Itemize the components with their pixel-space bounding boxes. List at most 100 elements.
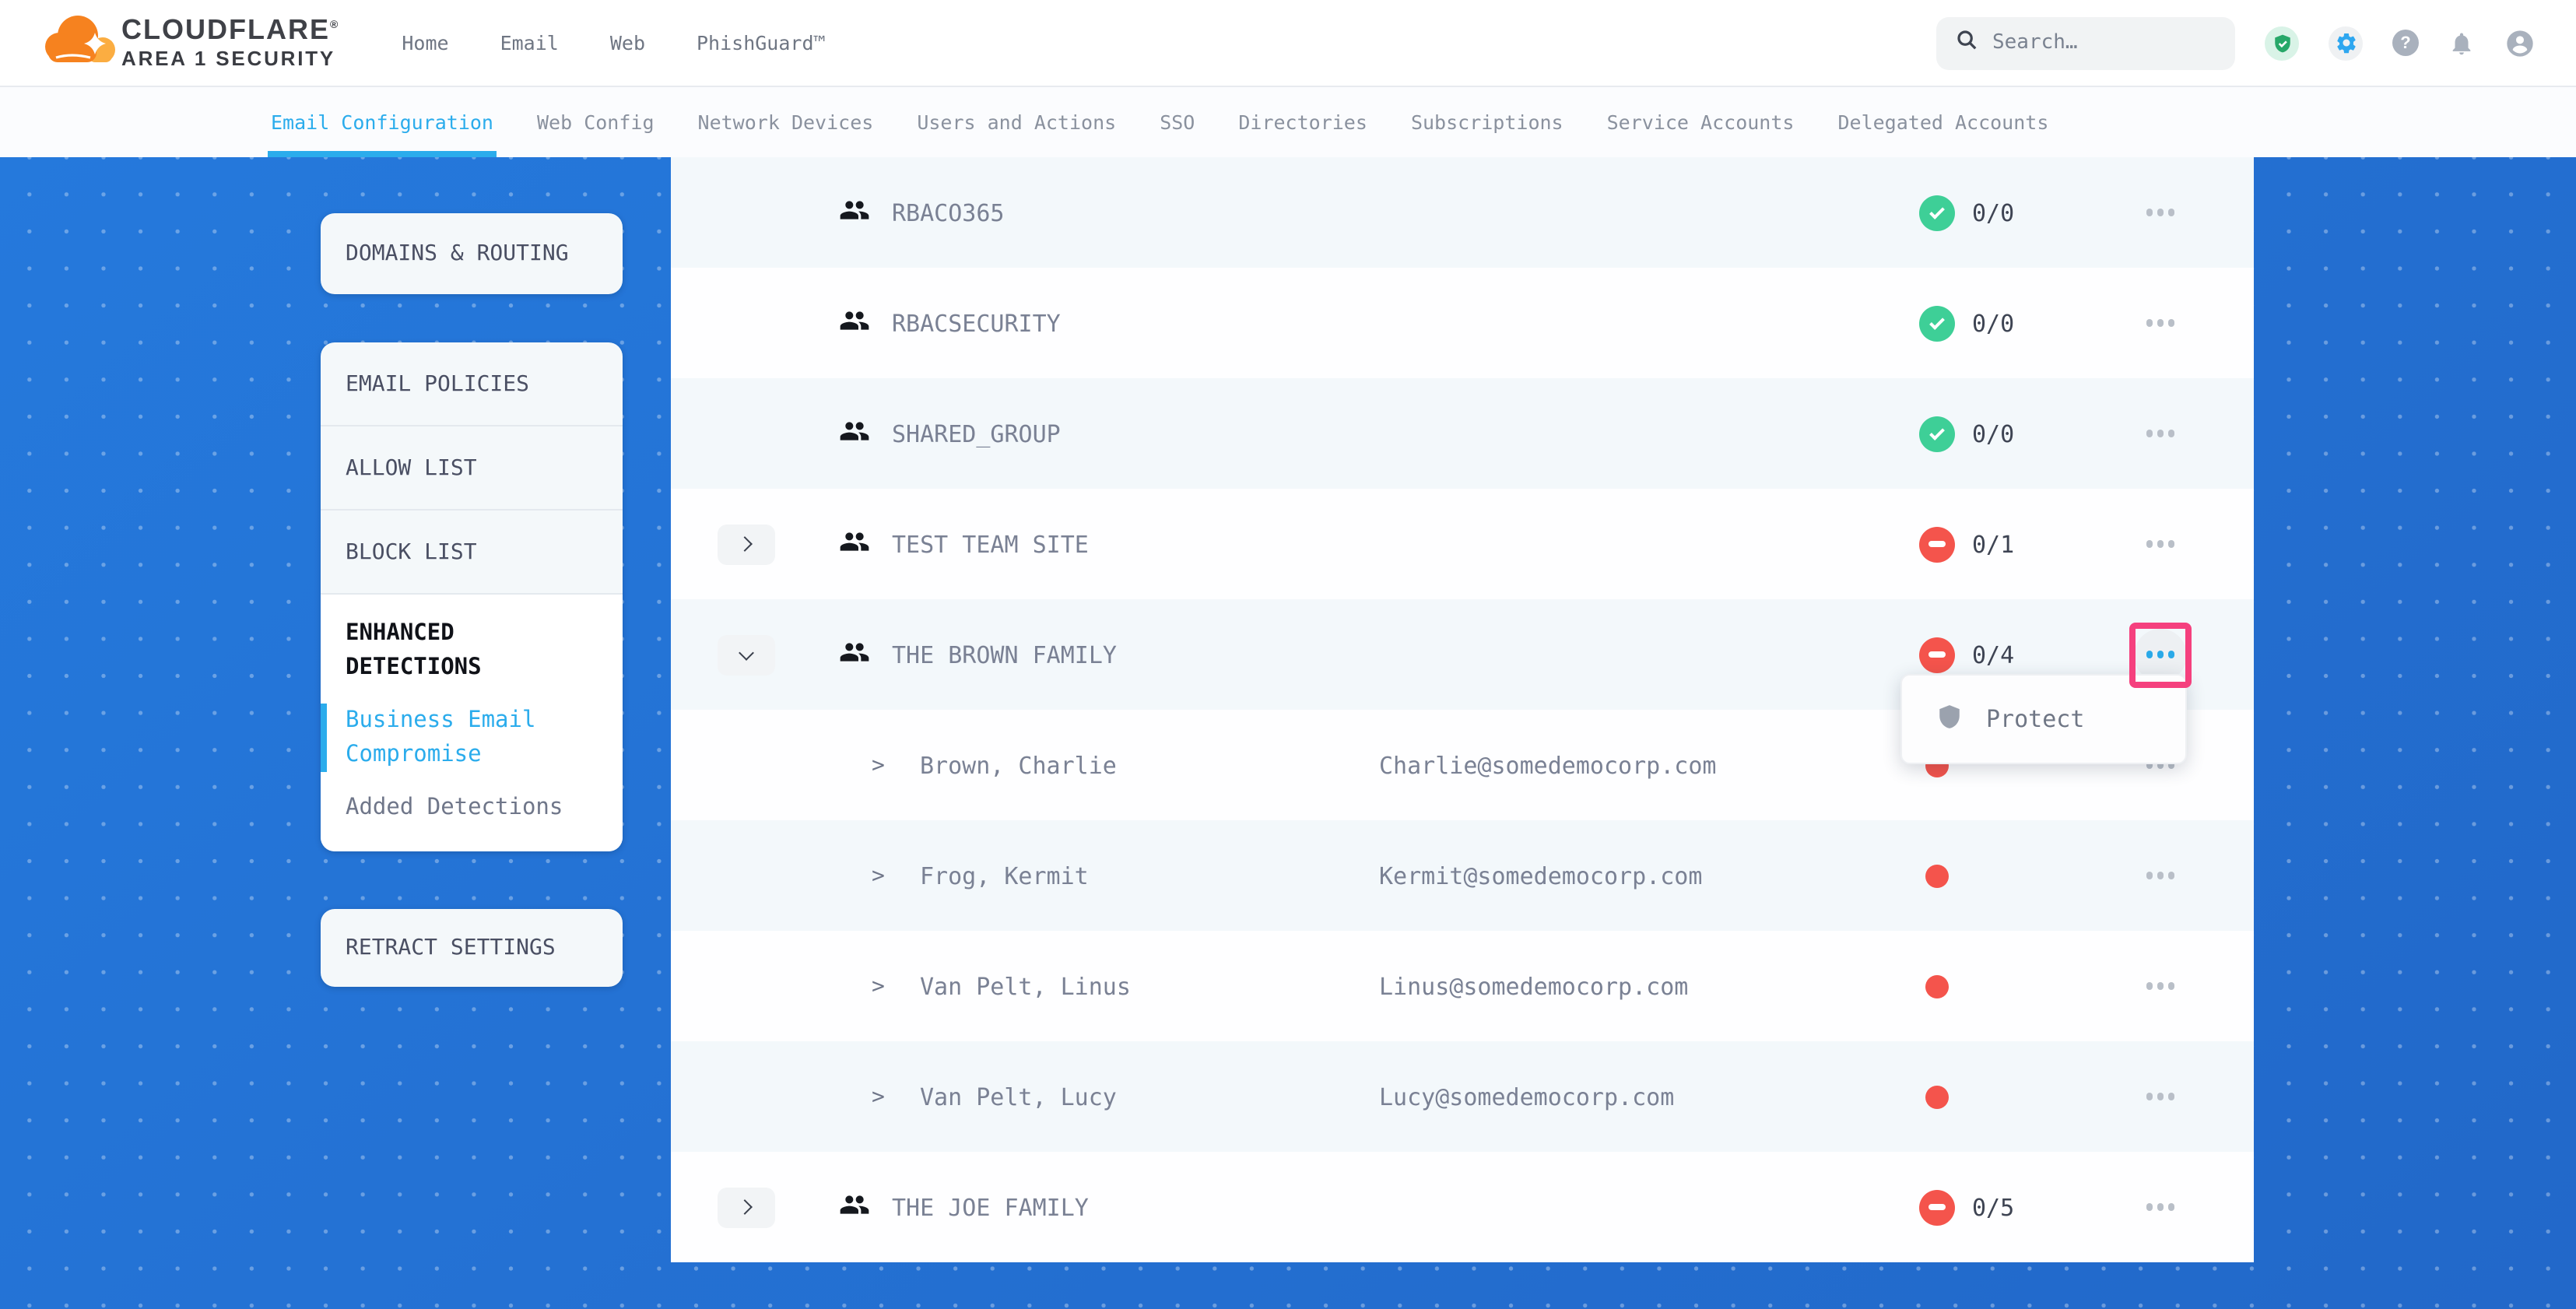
tab-subscriptions[interactable]: Subscriptions (1411, 87, 1563, 157)
group-icon (839, 525, 870, 563)
child-marker: > (872, 1084, 885, 1109)
tab-delegated-accounts[interactable]: Delegated Accounts (1837, 87, 2048, 157)
member-email: Charlie@somedemocorp.com (1379, 751, 1717, 779)
row-menu-button[interactable] (2134, 1181, 2187, 1234)
sidebar-item-email-policies[interactable]: EMAIL POLICIES (321, 342, 623, 426)
table-row[interactable]: RBACSECURITY 0/0 (671, 268, 2254, 378)
row-menu-button[interactable] (2134, 849, 2187, 902)
group-icon (839, 636, 870, 673)
member-count: 0/4 (1972, 640, 2014, 669)
sidebar-item-business-email-compromise[interactable]: Business Email Compromise (321, 704, 598, 772)
collapse-button[interactable] (718, 634, 775, 675)
row-menu-button[interactable] (2134, 297, 2187, 349)
search-input[interactable] (1992, 31, 2210, 54)
member-count: 0/5 (1972, 1193, 2014, 1221)
settings-gear-icon[interactable] (2329, 26, 2363, 60)
enhanced-detections-title: ENHANCED DETECTIONS (346, 616, 598, 685)
member-count: 0/0 (1972, 309, 2014, 337)
alert-dot (1925, 974, 1949, 998)
expand-button[interactable] (718, 1187, 775, 1227)
sidebar-item-allow-list[interactable]: ALLOW LIST (321, 426, 623, 511)
table-row[interactable]: TEST TEAM SITE 0/1 (671, 489, 2254, 599)
group-name: RBACSECURITY (892, 309, 1061, 337)
search-box[interactable] (1936, 16, 2235, 69)
sidebar-item-block-list[interactable]: BLOCK LIST (321, 511, 623, 595)
tab-service-accounts[interactable]: Service Accounts (1607, 87, 1795, 157)
group-name: THE JOE FAMILY (892, 1193, 1089, 1221)
shield-check-icon[interactable] (2265, 26, 2299, 60)
group-icon (839, 415, 870, 452)
nav-item-web[interactable]: Web (610, 31, 645, 54)
member-name: Frog, Kermit (920, 862, 1089, 890)
table-row[interactable]: > Frog, Kermit Kermit@somedemocorp.com (671, 820, 2254, 931)
table-row[interactable]: RBACO365 0/0 (671, 157, 2254, 268)
tab-email-configuration[interactable]: Email Configuration (271, 87, 493, 157)
context-menu-item-label: Protect (1986, 705, 2084, 733)
group-icon (839, 194, 870, 231)
cloudflare-logo[interactable]: CLOUDFLARE® AREA 1 SECURITY (44, 9, 339, 77)
app-window: CLOUDFLARE® AREA 1 SECURITY Home Email W… (0, 0, 2576, 1309)
tab-sso[interactable]: SSO (1160, 87, 1195, 157)
row-menu-button[interactable] (2134, 1070, 2187, 1123)
content-area: DOMAINS & ROUTING EMAIL POLICIES ALLOW L… (0, 157, 2576, 1309)
group-icon (839, 1188, 870, 1226)
bell-icon[interactable] (2448, 29, 2475, 57)
status-badge (1919, 416, 1955, 451)
member-name: Van Pelt, Linus (920, 972, 1131, 1000)
sidebar-item-retract-settings[interactable]: RETRACT SETTINGS (321, 909, 623, 987)
logo-product: AREA 1 SECURITY (121, 48, 339, 69)
sidebar-item-added-detections[interactable]: Added Detections (346, 791, 598, 825)
status-badge (1919, 1189, 1955, 1225)
expand-button[interactable] (718, 524, 775, 564)
top-header: CLOUDFLARE® AREA 1 SECURITY Home Email W… (0, 0, 2576, 87)
header-nav: Home Email Web PhishGuard™ (402, 31, 825, 54)
row-menu-button[interactable] (2134, 407, 2187, 460)
member-name: Van Pelt, Lucy (920, 1083, 1117, 1111)
tab-users-and-actions[interactable]: Users and Actions (917, 87, 1116, 157)
member-count: 0/1 (1972, 530, 2014, 558)
group-name: TEST TEAM SITE (892, 530, 1089, 558)
child-marker: > (872, 863, 885, 888)
table-row[interactable]: SHARED_GROUP 0/0 (671, 378, 2254, 489)
nav-item-phishguard[interactable]: PhishGuard™ (697, 31, 826, 54)
tab-network-devices[interactable]: Network Devices (698, 87, 874, 157)
help-icon[interactable]: ? (2392, 30, 2419, 56)
alert-dot (1925, 1085, 1949, 1108)
group-name: SHARED_GROUP (892, 419, 1061, 447)
row-menu-button-active[interactable] (2134, 628, 2187, 681)
status-badge (1919, 637, 1955, 672)
member-count: 0/0 (1972, 419, 2014, 447)
member-count: 0/0 (1972, 198, 2014, 226)
context-menu-protect[interactable]: Protect (1900, 674, 2187, 764)
group-name: RBACO365 (892, 198, 1005, 226)
table-row[interactable]: > Van Pelt, Lucy Lucy@somedemocorp.com (671, 1041, 2254, 1152)
row-menu-button[interactable] (2134, 186, 2187, 239)
tab-directories[interactable]: Directories (1238, 87, 1367, 157)
member-email: Linus@somedemocorp.com (1379, 972, 1688, 1000)
child-marker: > (872, 753, 885, 777)
row-menu-button[interactable] (2134, 960, 2187, 1012)
status-badge (1919, 305, 1955, 341)
header-right: ? (1936, 16, 2576, 69)
nav-item-email[interactable]: Email (500, 31, 559, 54)
row-menu-button[interactable] (2134, 518, 2187, 570)
sidebar-policies-card: EMAIL POLICIES ALLOW LIST BLOCK LIST ENH… (321, 342, 623, 851)
sidebar: DOMAINS & ROUTING EMAIL POLICIES ALLOW L… (321, 213, 623, 987)
table-row[interactable]: THE JOE FAMILY 0/5 (671, 1152, 2254, 1262)
tab-web-config[interactable]: Web Config (537, 87, 655, 157)
sidebar-item-domains-routing[interactable]: DOMAINS & ROUTING (321, 213, 623, 294)
status-badge (1919, 526, 1955, 562)
nav-item-home[interactable]: Home (402, 31, 448, 54)
logo-brand: CLOUDFLARE® (121, 16, 339, 45)
member-email: Kermit@somedemocorp.com (1379, 862, 1702, 890)
section-tabs: Email Configuration Web Config Network D… (0, 87, 2576, 157)
account-icon[interactable] (2504, 27, 2536, 58)
shield-icon (1936, 701, 1963, 737)
alert-dot (1925, 864, 1949, 887)
search-icon (1955, 28, 1978, 58)
group-name: THE BROWN FAMILY (892, 640, 1117, 669)
status-badge (1919, 195, 1955, 230)
group-icon (839, 304, 870, 342)
table-row[interactable]: > Van Pelt, Linus Linus@somedemocorp.com (671, 931, 2254, 1041)
member-email: Lucy@somedemocorp.com (1379, 1083, 1674, 1111)
